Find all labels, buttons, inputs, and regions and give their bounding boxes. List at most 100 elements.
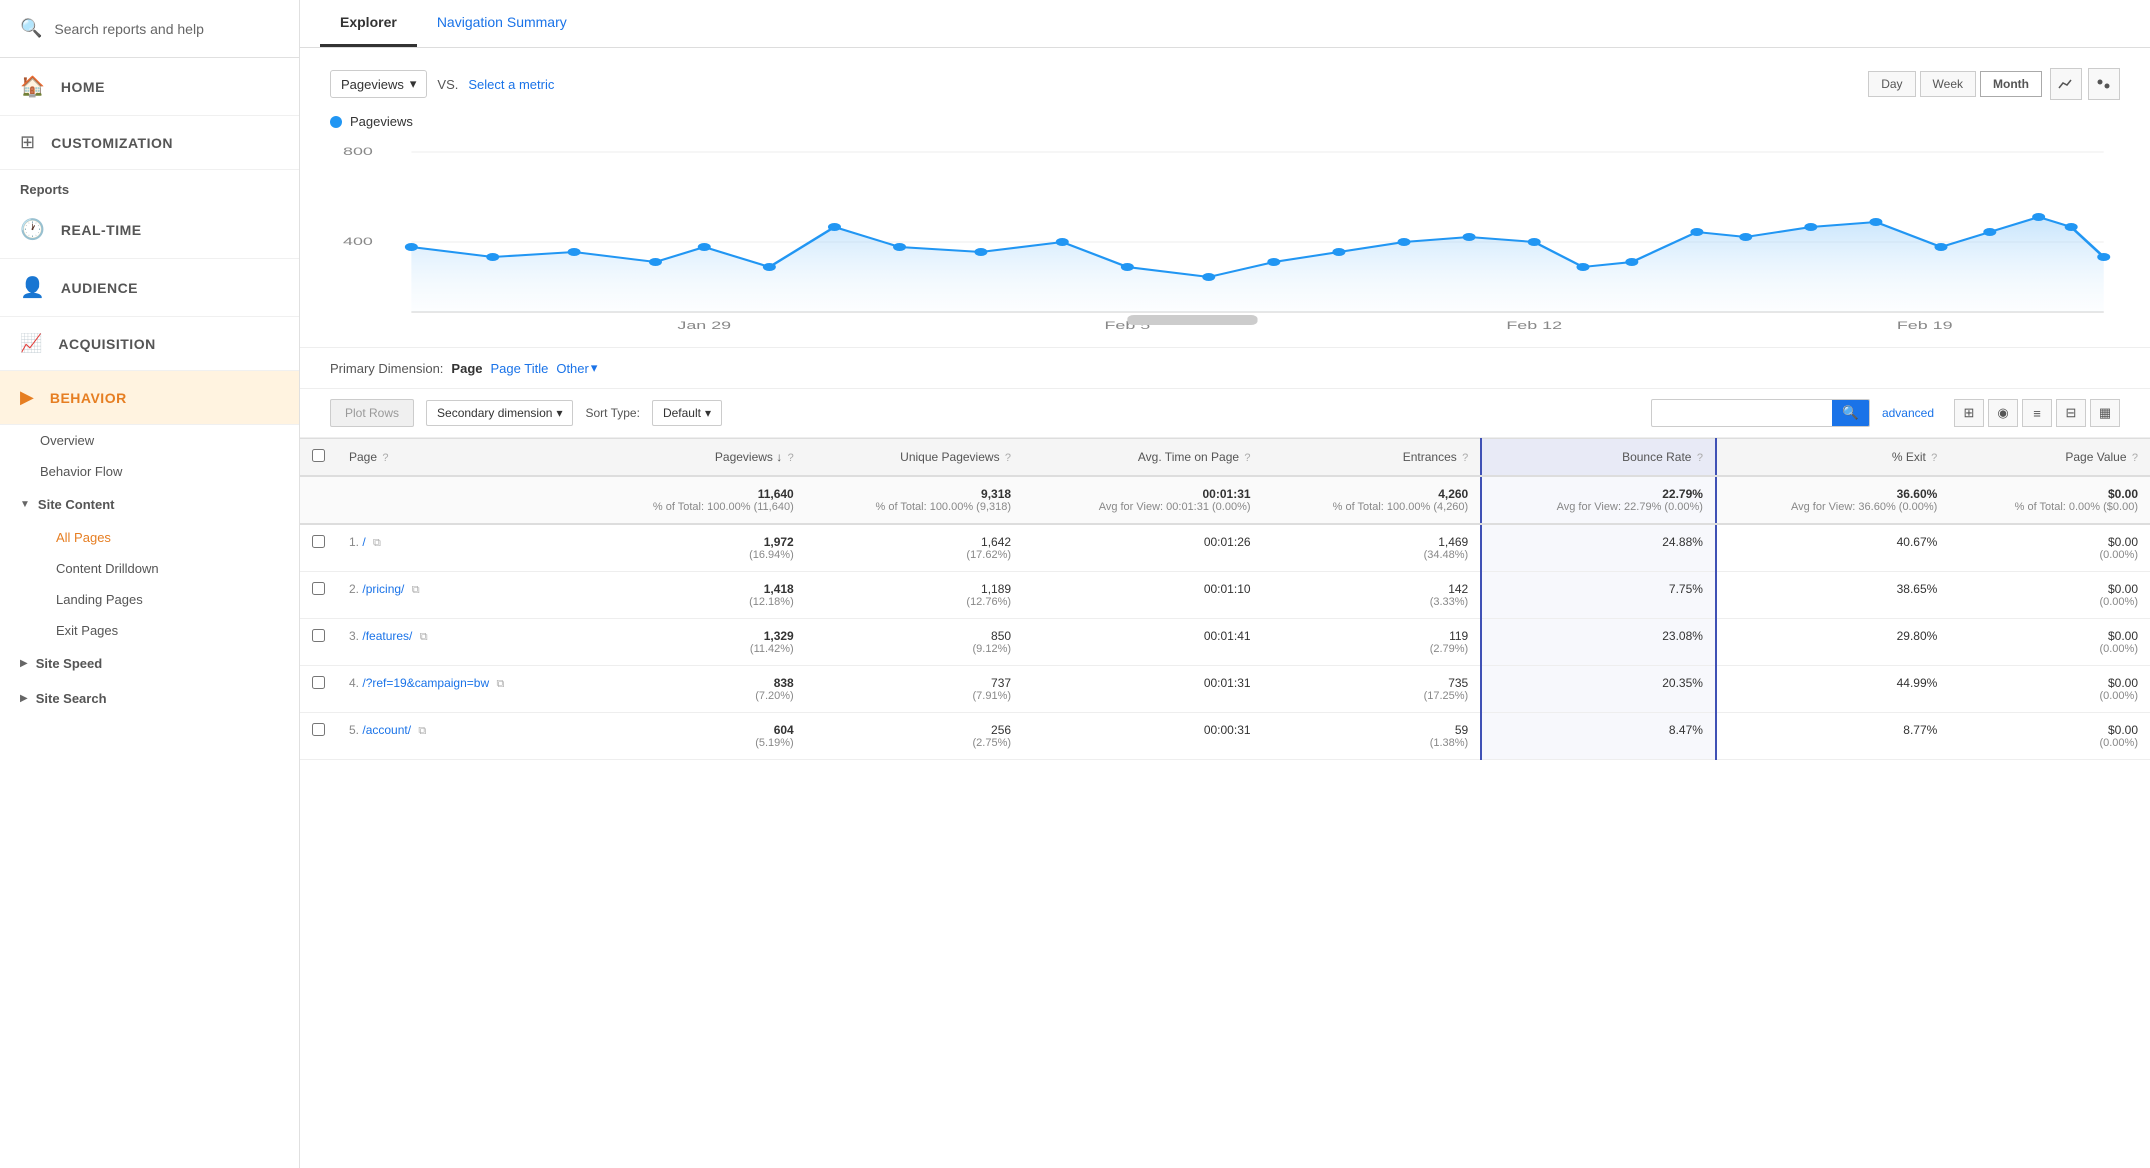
row-checkbox[interactable] [312,535,325,548]
primary-dim-page[interactable]: Page [451,361,482,376]
th-entrances: Entrances ? [1263,439,1482,477]
row-bounce-rate: 20.35% [1662,676,1703,690]
row-entrances: 142 [1448,582,1468,596]
row-pct-exit: 29.80% [1897,629,1938,643]
view-btn-list[interactable]: ≡ [2022,399,2052,427]
row-pct-exit: 44.99% [1897,676,1938,690]
table-search-input[interactable] [1652,401,1832,425]
realtime-label: REAL-TIME [61,222,142,238]
chart-legend: Pageviews [330,114,2120,129]
row-unique-pv: 850 [991,629,1011,643]
view-btn-filter[interactable]: ⊟ [2056,399,2086,427]
th-pct-exit: % Exit ? [1716,439,1949,477]
search-bar[interactable]: 🔍 Search reports and help [0,0,299,58]
table-row: 4. /?ref=19&campaign=bw ⧉ 838 (7.20%) 73… [300,666,2150,713]
vs-label: VS. [437,77,458,92]
view-btn-table2[interactable]: ▦ [2090,399,2120,427]
chart-type-line[interactable] [2050,68,2082,100]
chart-type-scatter[interactable] [2088,68,2120,100]
row-page-value: $0.00 [2108,676,2138,690]
row-checkbox[interactable] [312,629,325,642]
sidebar-item-customization[interactable]: ⊞ CUSTOMIZATION [0,116,299,170]
sidebar-item-acquisition[interactable]: 📈 ACQUISITION [0,317,299,371]
select-all-checkbox[interactable] [312,449,325,462]
page-link[interactable]: / [362,535,365,549]
avg-time-help-icon[interactable]: ? [1244,452,1250,464]
sidebar-item-site-content[interactable]: ▼ Site Content [0,487,299,522]
select-metric-link[interactable]: Select a metric [468,77,554,92]
metric-dropdown[interactable]: Pageviews ▾ [330,70,427,98]
copy-icon[interactable]: ⧉ [373,537,381,549]
table-search-button[interactable]: 🔍 [1832,400,1869,426]
tab-bar: Explorer Navigation Summary [300,0,2150,48]
page-link[interactable]: /pricing/ [362,582,404,596]
svg-text:400: 400 [343,236,373,248]
sidebar-item-realtime[interactable]: 🕐 REAL-TIME [0,201,299,259]
row-avg-time: 00:00:31 [1204,723,1251,737]
dropdown-arrow: ▾ [410,76,417,92]
view-btn-pie[interactable]: ◉ [1988,399,2018,427]
table-row: 1. / ⧉ 1,972 (16.94%) 1,642 (17.62%) 00:… [300,524,2150,572]
sort-type-dropdown[interactable]: Default ▾ [652,400,722,426]
sidebar-item-home[interactable]: 🏠 HOME [0,58,299,116]
row-checkbox[interactable] [312,582,325,595]
advanced-link[interactable]: advanced [1882,406,1934,420]
page-link[interactable]: /account/ [362,723,411,737]
primary-dim-other[interactable]: Other ▾ [556,360,597,376]
acquisition-icon: 📈 [20,333,42,354]
entrances-help-icon[interactable]: ? [1462,452,1468,464]
primary-dim-page-title[interactable]: Page Title [491,361,549,376]
sidebar-item-behavior[interactable]: ▶ BEHAVIOR [0,371,299,425]
behavior-icon: ▶ [20,387,34,408]
sidebar-item-overview[interactable]: Overview [0,425,299,456]
sidebar-item-landing-pages[interactable]: Landing Pages [0,584,299,615]
time-btn-week[interactable]: Week [1920,71,1976,97]
unique-pv-help-icon[interactable]: ? [1005,452,1011,464]
legend-dot [330,116,342,128]
tab-explorer[interactable]: Explorer [320,0,417,47]
sidebar-item-site-search[interactable]: ▶ Site Search [0,681,299,716]
row-pct-exit: 38.65% [1897,582,1938,596]
sidebar-item-audience[interactable]: 👤 AUDIENCE [0,259,299,317]
sidebar-item-all-pages[interactable]: All Pages [0,522,299,553]
row-page-value: $0.00 [2108,629,2138,643]
view-btn-grid[interactable]: ⊞ [1954,399,1984,427]
row-avg-time: 00:01:10 [1204,582,1251,596]
row-pct-exit: 40.67% [1897,535,1938,549]
table-row: 3. /features/ ⧉ 1,329 (11.42%) 850 (9.12… [300,619,2150,666]
pct-exit-help-icon[interactable]: ? [1931,452,1937,464]
page-link[interactable]: /features/ [362,629,412,643]
copy-icon[interactable]: ⧉ [496,678,504,690]
copy-icon[interactable]: ⧉ [412,584,420,596]
copy-icon[interactable]: ⧉ [420,631,428,643]
row-pageviews: 1,972 [764,535,794,549]
page-value-help-icon[interactable]: ? [2132,452,2138,464]
sidebar-item-content-drilldown[interactable]: Content Drilldown [0,553,299,584]
plot-rows-button[interactable]: Plot Rows [330,399,414,427]
primary-dim-label: Primary Dimension: [330,361,443,376]
time-btn-month[interactable]: Month [1980,71,2042,97]
sidebar-item-behavior-flow[interactable]: Behavior Flow [0,456,299,487]
row-checkbox[interactable] [312,723,325,736]
row-num: 5. [349,723,359,737]
audience-icon: 👤 [20,275,45,300]
tab-navigation-summary[interactable]: Navigation Summary [417,0,587,47]
home-label: HOME [61,79,105,95]
page-link[interactable]: /?ref=19&campaign=bw [362,676,489,690]
copy-icon[interactable]: ⧉ [418,725,426,737]
row-entrances: 1,469 [1438,535,1468,549]
svg-text:Jan 29: Jan 29 [677,320,731,332]
other-dropdown-arrow: ▾ [591,360,598,376]
th-pageviews[interactable]: Pageviews ↓ ? [581,439,806,477]
bounce-rate-help-icon[interactable]: ? [1697,452,1703,464]
row-checkbox[interactable] [312,676,325,689]
time-btn-day[interactable]: Day [1868,71,1915,97]
row-bounce-rate: 24.88% [1662,535,1703,549]
row-entrances: 59 [1455,723,1468,737]
sidebar-item-site-speed[interactable]: ▶ Site Speed [0,646,299,681]
pageviews-help-icon[interactable]: ? [788,452,794,464]
sidebar-item-exit-pages[interactable]: Exit Pages [0,615,299,646]
th-bounce-rate: Bounce Rate ? [1481,439,1716,477]
page-help-icon[interactable]: ? [382,452,388,464]
secondary-dimension-dropdown[interactable]: Secondary dimension ▾ [426,400,573,426]
